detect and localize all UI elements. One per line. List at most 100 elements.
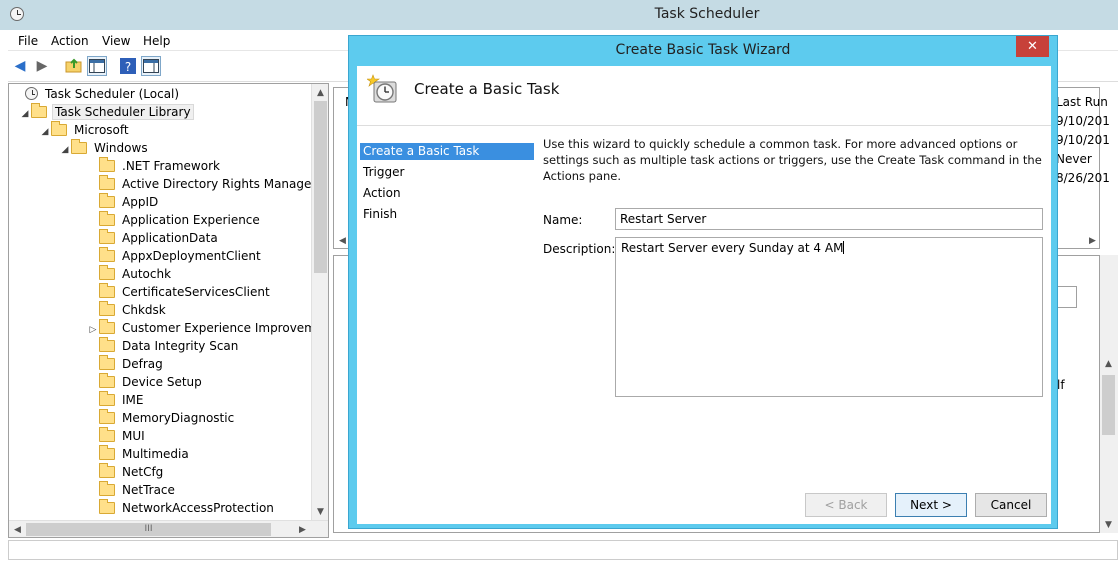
forward-arrow-icon[interactable]: ▶ — [32, 56, 52, 76]
collapse-arrow-icon[interactable]: ◢ — [59, 141, 71, 159]
scroll-right-icon[interactable]: ▶ — [294, 521, 311, 537]
folder-icon — [99, 373, 115, 388]
tree-item[interactable]: AppxDeploymentClient — [87, 247, 263, 265]
step-trigger[interactable]: Trigger — [360, 164, 534, 181]
folder-icon — [99, 193, 115, 208]
window-titlebar: Task Scheduler — [0, 0, 1118, 30]
folder-icon — [99, 319, 115, 334]
tree-item[interactable]: AppID — [87, 193, 160, 211]
tree-item-label: Active Directory Rights Management S — [122, 177, 328, 191]
folder-icon — [99, 211, 115, 226]
tree-item[interactable]: MemoryDiagnostic — [87, 409, 236, 427]
scroll-thumb-horizontal[interactable]: III — [26, 523, 271, 536]
tree-item[interactable]: NetTrace — [87, 481, 177, 499]
wizard-header-title: Create a Basic Task — [414, 80, 560, 98]
tree-item[interactable]: ◢ Task Scheduler Library — [19, 103, 194, 121]
tree-item-label: NetworkAccessProtection — [122, 501, 274, 515]
tree-item-label: Microsoft — [74, 123, 129, 137]
tree-item[interactable]: Autochk — [87, 265, 173, 283]
scroll-up-icon[interactable]: ▲ — [1100, 355, 1117, 372]
tree-item-label: Chkdsk — [122, 303, 166, 317]
cancel-button[interactable]: Cancel — [975, 493, 1047, 517]
tree-item[interactable]: Application Experience — [87, 211, 262, 229]
tree-item-label: Application Experience — [122, 213, 260, 227]
last-run-cell: 8/26/201 — [1056, 171, 1110, 185]
tree-item[interactable]: ▷ Customer Experience Improvement Pr — [87, 319, 329, 337]
name-input[interactable]: Restart Server — [615, 208, 1043, 230]
collapse-arrow-icon[interactable]: ◢ — [39, 123, 51, 141]
tree-item-label: .NET Framework — [122, 159, 220, 173]
back-arrow-icon[interactable]: ◀ — [10, 56, 30, 76]
scroll-thumb[interactable] — [1102, 375, 1115, 435]
tree-item[interactable]: .NET Framework — [87, 157, 222, 175]
show-hide-console-tree-icon[interactable] — [87, 56, 107, 76]
description-input[interactable]: Restart Server every Sunday at 4 AM — [615, 237, 1043, 397]
scroll-left-icon[interactable]: ◀ — [9, 521, 26, 537]
folder-icon — [99, 445, 115, 460]
folder-icon — [99, 427, 115, 442]
folder-icon — [99, 463, 115, 478]
tree-item-label: Defrag — [122, 357, 163, 371]
text-caret — [843, 241, 845, 254]
tree-item[interactable]: NetworkAccessProtection — [87, 499, 276, 517]
folder-icon — [51, 121, 67, 136]
tree-item[interactable]: MUI — [87, 427, 147, 445]
tree-item[interactable]: ◢ Microsoft — [39, 121, 131, 139]
tree-horizontal-scrollbar[interactable]: ◀ III ▶ — [9, 520, 328, 537]
actions-scrollbar[interactable]: ▲ ▼ — [1100, 255, 1118, 533]
collapse-arrow-icon[interactable]: ◢ — [19, 105, 31, 123]
step-finish[interactable]: Finish — [360, 206, 534, 223]
tree-item-label: Data Integrity Scan — [122, 339, 239, 353]
tree-item[interactable]: Active Directory Rights Management S — [87, 175, 328, 193]
last-run-column-header[interactable]: Last Run — [1056, 95, 1108, 109]
tree-item[interactable]: Data Integrity Scan — [87, 337, 240, 355]
tree-item[interactable]: Multimedia — [87, 445, 191, 463]
tree-item-label: IME — [122, 393, 144, 407]
folder-icon — [99, 355, 115, 370]
tree-item[interactable]: Task Scheduler (Local) — [13, 85, 181, 103]
tree-item-label: MUI — [122, 429, 145, 443]
step-create-basic-task[interactable]: Create a Basic Task — [360, 143, 534, 160]
tree-item-label: Customer Experience Improvement Pr — [122, 321, 329, 335]
tree-item-label: Task Scheduler Library — [52, 104, 194, 120]
tree-item-label: ApplicationData — [122, 231, 218, 245]
folder-icon — [99, 481, 115, 496]
scroll-up-icon[interactable]: ▲ — [312, 84, 328, 101]
wizard-header: Create a Basic Task — [357, 66, 1051, 126]
scroll-down-icon[interactable]: ▼ — [1100, 516, 1117, 533]
tree-item-label: AppxDeploymentClient — [122, 249, 261, 263]
tree-item-label: Device Setup — [122, 375, 202, 389]
up-folder-icon[interactable] — [64, 56, 84, 76]
menu-help[interactable]: Help — [143, 34, 170, 48]
menu-view[interactable]: View — [102, 34, 130, 48]
tree-item-label: Task Scheduler (Local) — [45, 87, 180, 101]
scroll-right-icon[interactable]: ▶ — [1084, 232, 1101, 249]
tree-item[interactable]: IME — [87, 391, 145, 409]
tree-item[interactable]: NetCfg — [87, 463, 165, 481]
scroll-down-icon[interactable]: ▼ — [312, 503, 328, 520]
close-icon: ✕ — [1027, 39, 1038, 54]
tree-item[interactable]: ApplicationData — [87, 229, 220, 247]
tree-item[interactable]: Device Setup — [87, 373, 204, 391]
folder-icon — [99, 409, 115, 424]
tree-vertical-scrollbar[interactable]: ▲ ▼ — [311, 84, 328, 520]
show-hide-action-pane-icon[interactable] — [141, 56, 161, 76]
tree-item[interactable]: ◢ Windows — [59, 139, 150, 157]
tree-item[interactable]: Defrag — [87, 355, 165, 373]
help-icon[interactable]: ? — [118, 56, 138, 76]
tree-item[interactable]: Chkdsk — [87, 301, 168, 319]
scroll-thumb[interactable] — [314, 101, 327, 273]
status-bar — [8, 540, 1118, 560]
wizard-steps-list: Create a Basic Task Trigger Action Finis… — [357, 126, 537, 524]
tree-item[interactable]: CertificateServicesClient — [87, 283, 272, 301]
folder-icon — [99, 247, 115, 262]
menu-file[interactable]: File — [18, 34, 38, 48]
next-button[interactable]: Next > — [895, 493, 967, 517]
back-button[interactable]: < Back — [805, 493, 887, 517]
folder-icon — [99, 337, 115, 352]
name-label: Name: — [543, 213, 583, 227]
menu-action[interactable]: Action — [51, 34, 89, 48]
step-action[interactable]: Action — [360, 185, 534, 202]
close-button[interactable]: ✕ — [1016, 36, 1049, 57]
wizard-content: Use this wizard to quickly schedule a co… — [543, 126, 1051, 524]
